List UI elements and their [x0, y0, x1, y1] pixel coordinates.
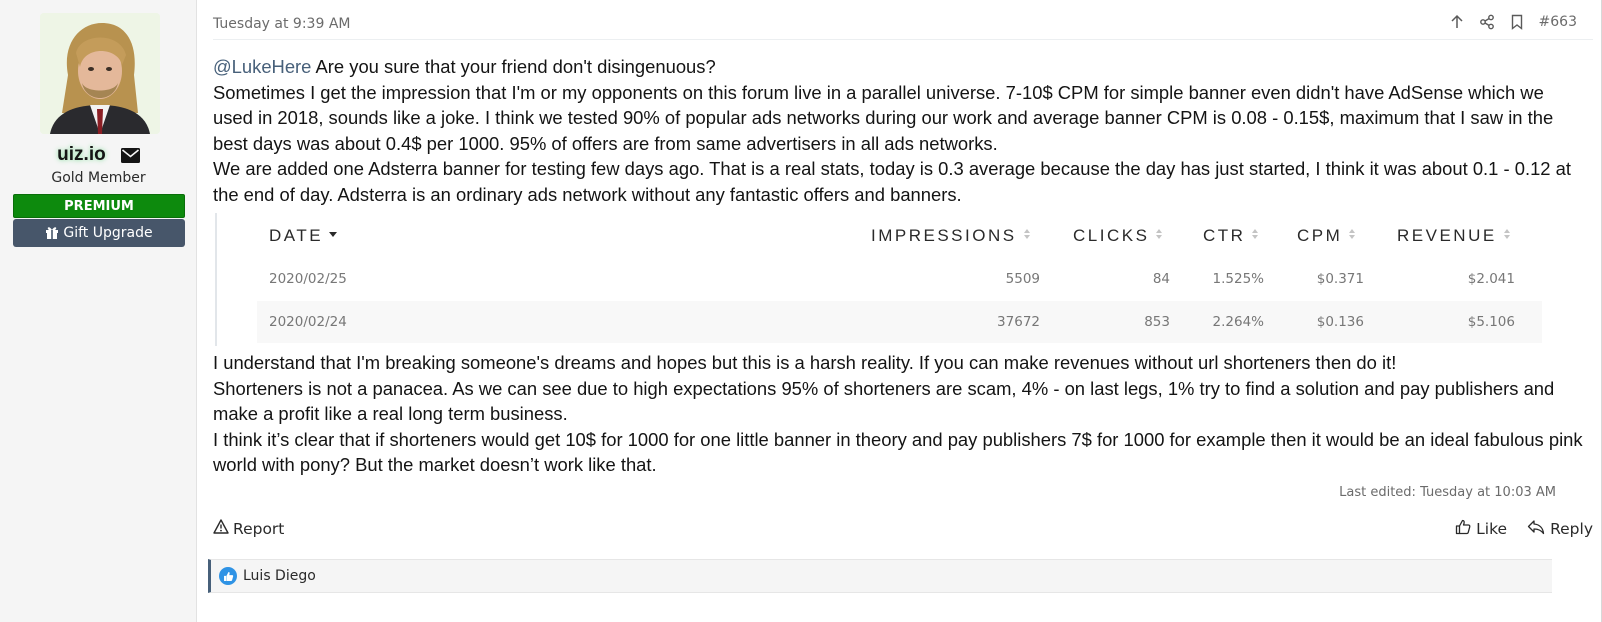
stats-table: DATE IMPRESSIONS CLICKS CTR CPM REVENUE … [215, 213, 1555, 346]
user-sidebar: uiz.io Gold Member PREMIUM Gift Upgrade [0, 0, 197, 622]
post-meta: Tuesday at 9:39 AM #663 [213, 10, 1593, 40]
reactions-bar: Luis Diego [208, 559, 1552, 593]
reply-button[interactable]: Reply [1527, 519, 1593, 539]
paragraph-5: I think it’s clear that if shorteners wo… [213, 428, 1583, 476]
paragraph-3: I understand that I'm breaking someone's… [213, 352, 1397, 373]
gift-upgrade-button[interactable]: Gift Upgrade [13, 219, 185, 247]
cell-clicks: 853 [1144, 314, 1170, 330]
cell-ctr: 1.525% [1212, 271, 1264, 287]
table-row: 2020/02/25 5509 84 1.525% $0.371 $2.041 [257, 258, 1542, 300]
cell-ctr: 2.264% [1212, 314, 1264, 330]
reaction-users[interactable]: Luis Diego [243, 568, 316, 584]
username[interactable]: uiz.io [57, 144, 106, 166]
paragraph-1: Sometimes I get the impression that I'm … [213, 81, 1554, 154]
post-number[interactable]: #663 [1539, 14, 1577, 30]
header-label: CPM [1297, 226, 1343, 245]
column-header-impressions[interactable]: IMPRESSIONS [871, 225, 1031, 246]
header-label: CLICKS [1073, 226, 1150, 245]
paragraph-4: Shorteners is not a panacea. As we can s… [213, 377, 1555, 425]
sort-icon [1023, 225, 1031, 239]
cell-revenue: $5.106 [1467, 314, 1515, 330]
post-body-bottom: I understand that I'm breaking someone's… [213, 350, 1588, 478]
header-label: REVENUE [1397, 226, 1497, 245]
header-label: IMPRESSIONS [871, 226, 1017, 245]
sort-desc-icon [329, 225, 338, 237]
like-button[interactable]: Like [1455, 519, 1507, 539]
report-button[interactable]: Report [213, 519, 284, 538]
post-main: Tuesday at 9:39 AM #663 @LukeHere Are yo… [197, 0, 1602, 622]
avatar[interactable] [40, 13, 160, 134]
reply-icon [1527, 519, 1545, 539]
post-actions: Like Reply [1455, 519, 1593, 539]
cell-date: 2020/02/25 [269, 271, 347, 287]
intro-line: @LukeHere Are you sure that your friend … [213, 54, 1588, 80]
sort-icon [1155, 225, 1163, 239]
bookmark-icon[interactable] [1509, 14, 1525, 30]
last-edited[interactable]: Last edited: Tuesday at 10:03 AM [1339, 485, 1556, 500]
reply-label: Reply [1550, 520, 1593, 538]
column-header-revenue[interactable]: REVENUE [1397, 225, 1511, 246]
column-header-date[interactable]: DATE [269, 225, 338, 246]
header-label: CTR [1203, 226, 1246, 245]
like-label: Like [1476, 520, 1508, 538]
share-icon[interactable] [1479, 14, 1495, 30]
thumbs-up-icon [1455, 519, 1471, 539]
envelope-icon[interactable] [120, 147, 140, 163]
user-title: Gold Member [51, 170, 146, 186]
column-header-ctr[interactable]: CTR [1203, 225, 1259, 246]
username-row: uiz.io [0, 144, 197, 166]
paragraph-2: We are added one Adsterra banner for tes… [213, 158, 1571, 205]
gift-upgrade-label: Gift Upgrade [63, 225, 153, 241]
post-body-top: @LukeHere Are you sure that your friend … [213, 54, 1588, 208]
cell-impressions: 37672 [997, 314, 1040, 330]
cell-impressions: 5509 [1005, 271, 1040, 287]
column-header-clicks[interactable]: CLICKS [1073, 225, 1163, 246]
report-label: Report [233, 519, 285, 538]
cell-cpm: $0.136 [1316, 314, 1364, 330]
intro-text: Are you sure that your friend don't disi… [311, 56, 716, 77]
like-reaction-icon [219, 567, 237, 585]
sort-icon [1503, 225, 1511, 239]
premium-banner: PREMIUM [13, 194, 185, 218]
cell-date: 2020/02/24 [269, 314, 347, 330]
gift-icon [45, 225, 63, 241]
header-label: DATE [269, 226, 324, 245]
cell-cpm: $0.371 [1316, 271, 1364, 287]
arrow-up-icon[interactable] [1449, 14, 1465, 30]
column-header-cpm[interactable]: CPM [1297, 225, 1356, 246]
forum-post: uiz.io Gold Member PREMIUM Gift Upgrade … [0, 0, 1602, 622]
sort-icon [1348, 225, 1356, 239]
post-date[interactable]: Tuesday at 9:39 AM [213, 16, 350, 32]
user-mention[interactable]: @LukeHere [213, 56, 311, 77]
post-meta-actions: #663 [1449, 14, 1577, 30]
post-footer: Report Like Reply [213, 516, 1593, 546]
sort-icon [1251, 225, 1259, 239]
cell-clicks: 84 [1152, 271, 1170, 287]
table-header: DATE IMPRESSIONS CLICKS CTR CPM REVENUE [257, 213, 1542, 263]
warning-icon [213, 519, 229, 538]
cell-revenue: $2.041 [1467, 271, 1515, 287]
table-row: 2020/02/24 37672 853 2.264% $0.136 $5.10… [257, 301, 1542, 343]
